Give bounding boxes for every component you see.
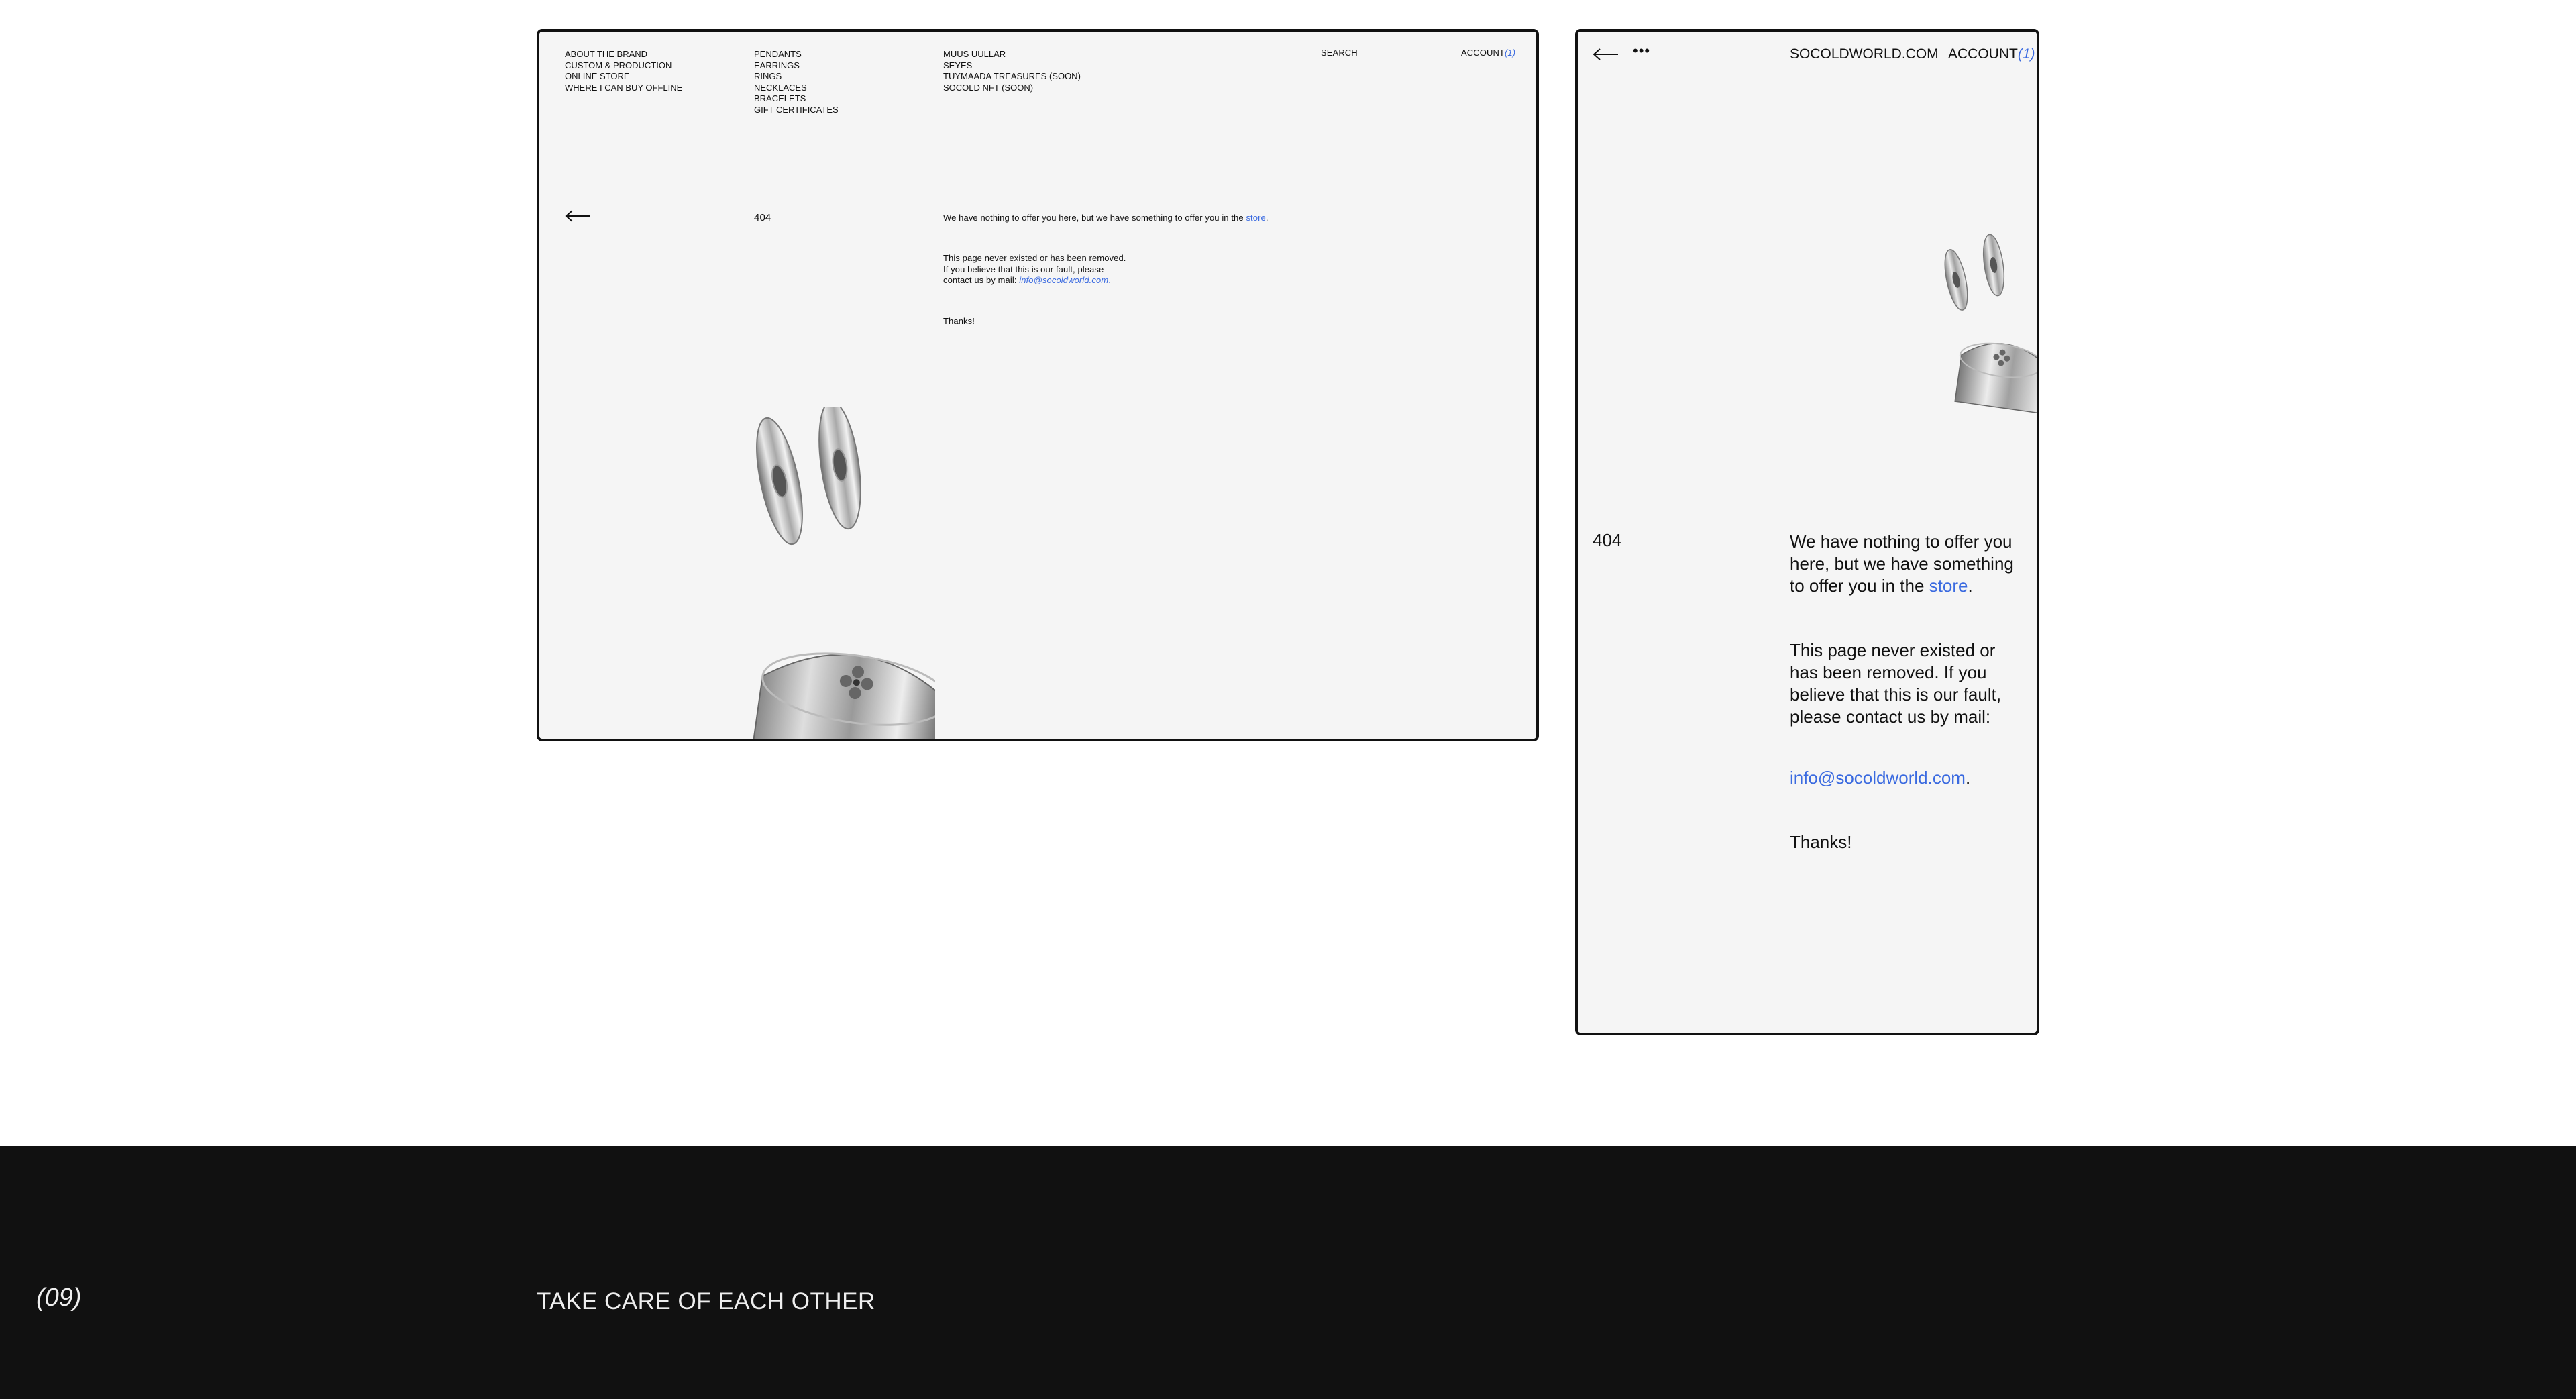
error-code: 404: [1593, 530, 1622, 550]
nav-earrings[interactable]: EARRINGS: [754, 60, 839, 72]
earring-left: [1944, 249, 1968, 311]
nav-bracelets[interactable]: BRACELETS: [754, 93, 839, 105]
email-link[interactable]: info@socoldworld.com: [1790, 768, 1966, 788]
account-link[interactable]: ACCOUNT(1): [1461, 48, 1515, 59]
nav-socold-nft[interactable]: SOCOLD NFT (SOON): [943, 83, 1081, 94]
nav-column-categories: PENDANTS EARRINGS RINGS NECKLACES BRACEL…: [754, 49, 839, 115]
nav-column-brand: ABOUT THE BRAND CUSTOM & PRODUCTION ONLI…: [565, 49, 682, 93]
account-label: ACCOUNT: [1461, 48, 1505, 58]
removed-line-1: This page never existed or has been remo…: [943, 253, 1126, 263]
section-number: (09): [36, 1284, 82, 1312]
removed-notice: This page never existed or has been remo…: [943, 253, 1126, 287]
site-title[interactable]: SOCOLDWORLD.COM: [1790, 46, 1939, 62]
jewelry-image: [1944, 234, 2037, 414]
thanks-text: Thanks!: [1790, 832, 1852, 852]
account-count: (1): [2017, 46, 2035, 62]
back-arrow-icon[interactable]: [1593, 48, 1619, 61]
error-message: We have nothing to offer you here, but w…: [943, 213, 1269, 224]
email-period: .: [1965, 768, 1971, 788]
earring-left: [756, 417, 803, 546]
nav-custom-production[interactable]: CUSTOM & PRODUCTION: [565, 60, 682, 72]
message-period: .: [1968, 576, 1973, 596]
nav-muus-uullar[interactable]: MUUS UULLAR: [943, 49, 1081, 60]
email-period: .: [1108, 275, 1111, 285]
back-arrow-icon[interactable]: [565, 209, 592, 223]
footer-tagline: TAKE CARE OF EACH OTHER: [537, 1288, 875, 1314]
ring: [752, 652, 935, 739]
nav-about-brand[interactable]: ABOUT THE BRAND: [565, 49, 682, 60]
more-dots-icon[interactable]: •••: [1633, 42, 1650, 60]
email-link[interactable]: info@socoldworld.com: [1019, 275, 1108, 285]
email-line: info@socoldworld.com.: [1790, 767, 1970, 789]
message-period: .: [1265, 213, 1269, 223]
removed-line-2: If you believe that this is our fault, p…: [943, 264, 1104, 274]
earring-right: [818, 407, 861, 530]
account-count: (1): [1504, 48, 1516, 58]
ring: [1954, 342, 2037, 414]
jewelry-image: [752, 407, 935, 739]
nav-tuymaada[interactable]: TUYMAADA TREASURES (SOON): [943, 71, 1081, 83]
error-message-text: We have nothing to offer you here, but w…: [1790, 531, 2014, 596]
contact-label: contact us by mail:: [943, 275, 1020, 285]
store-link[interactable]: store: [1246, 213, 1265, 223]
removed-notice: This page never existed or has been remo…: [1790, 640, 2002, 727]
footer-band: (09) TAKE CARE OF EACH OTHER: [0, 1146, 2576, 1399]
store-link[interactable]: store: [1929, 576, 1968, 596]
desktop-screen: ABOUT THE BRAND CUSTOM & PRODUCTION ONLI…: [537, 29, 1539, 741]
error-message: We have nothing to offer you here, but w…: [1790, 531, 2025, 597]
nav-column-collections: MUUS UULLAR SEYES TUYMAADA TREASURES (SO…: [943, 49, 1081, 93]
nav-necklaces[interactable]: NECKLACES: [754, 83, 839, 94]
earring-right: [1982, 234, 2005, 297]
account-link[interactable]: ACCOUNT(1): [1948, 46, 2035, 62]
nav-seyes[interactable]: SEYES: [943, 60, 1081, 72]
nav-gift-certificates[interactable]: GIFT CERTIFICATES: [754, 105, 839, 116]
nav-rings[interactable]: RINGS: [754, 71, 839, 83]
mobile-screen: ••• SOCOLDWORLD.COM ACCOUNT(1) 404 We ha…: [1575, 29, 2039, 1035]
removed-line-3: contact us by mail: info@socoldworld.com…: [943, 275, 1126, 287]
account-label: ACCOUNT: [1948, 46, 2018, 62]
error-code: 404: [754, 212, 771, 223]
error-message-text: We have nothing to offer you here, but w…: [943, 213, 1246, 223]
nav-online-store[interactable]: ONLINE STORE: [565, 71, 682, 83]
nav-pendants[interactable]: PENDANTS: [754, 49, 839, 60]
search-link[interactable]: SEARCH: [1321, 48, 1358, 59]
nav-offline-buy[interactable]: WHERE I CAN BUY OFFLINE: [565, 83, 682, 94]
thanks-text: Thanks!: [943, 316, 975, 326]
